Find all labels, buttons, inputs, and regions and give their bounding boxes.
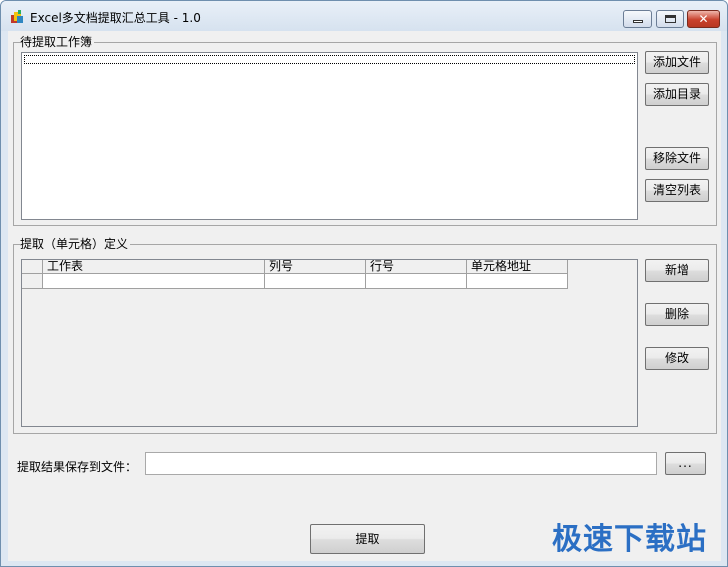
window-title: Excel多文档提取汇总工具 - 1.0 bbox=[30, 11, 201, 25]
remove-file-button[interactable]: 移除文件 bbox=[645, 147, 709, 170]
output-file-input[interactable] bbox=[145, 452, 657, 475]
add-directory-button[interactable]: 添加目录 bbox=[645, 83, 709, 106]
close-icon: ✕ bbox=[698, 12, 709, 26]
close-button[interactable]: ✕ bbox=[687, 10, 720, 28]
grid-header-column[interactable]: 列号 bbox=[265, 260, 366, 274]
extract-button[interactable]: 提取 bbox=[310, 524, 425, 554]
grid-header-address[interactable]: 单元格地址 bbox=[467, 260, 568, 274]
minimize-icon bbox=[633, 20, 643, 23]
browse-button[interactable]: ... bbox=[665, 452, 706, 475]
list-focus-item[interactable] bbox=[24, 55, 635, 64]
maximize-icon bbox=[665, 15, 676, 23]
client-area: 待提取工作簿 添加文件 添加目录 移除文件 清空列表 提取（单元格）定义 工作表… bbox=[8, 31, 721, 561]
grid-cell-row[interactable] bbox=[366, 274, 467, 289]
grid-row-header[interactable] bbox=[22, 274, 43, 289]
app-window: Excel多文档提取汇总工具 - 1.0 ✕ 待提取工作簿 添加文件 添加目录 … bbox=[0, 0, 728, 567]
excel-app-icon bbox=[11, 10, 23, 23]
site-watermark: 极速下载站 bbox=[552, 522, 707, 557]
clear-list-button[interactable]: 清空列表 bbox=[645, 179, 709, 202]
grid-header-sheet[interactable]: 工作表 bbox=[43, 260, 265, 274]
title-bar[interactable]: Excel多文档提取汇总工具 - 1.0 ✕ bbox=[1, 1, 727, 31]
grid-cell-address[interactable] bbox=[467, 274, 568, 289]
workbooks-legend: 待提取工作簿 bbox=[20, 35, 95, 49]
cell-definition-grid[interactable]: 工作表 列号 行号 单元格地址 bbox=[21, 259, 638, 427]
grid-corner-cell bbox=[22, 260, 43, 274]
delete-definition-button[interactable]: 删除 bbox=[645, 303, 709, 326]
definition-legend: 提取（单元格）定义 bbox=[20, 237, 131, 251]
edit-definition-button[interactable]: 修改 bbox=[645, 347, 709, 370]
grid-header-row[interactable]: 行号 bbox=[366, 260, 467, 274]
grid-cell-sheet[interactable] bbox=[43, 274, 265, 289]
maximize-button[interactable] bbox=[656, 10, 684, 28]
save-to-file-label: 提取结果保存到文件： bbox=[17, 460, 138, 474]
workbook-listbox[interactable] bbox=[21, 52, 638, 220]
minimize-button[interactable] bbox=[623, 10, 652, 28]
add-definition-button[interactable]: 新增 bbox=[645, 259, 709, 282]
grid-cell-column[interactable] bbox=[265, 274, 366, 289]
add-file-button[interactable]: 添加文件 bbox=[645, 51, 709, 74]
